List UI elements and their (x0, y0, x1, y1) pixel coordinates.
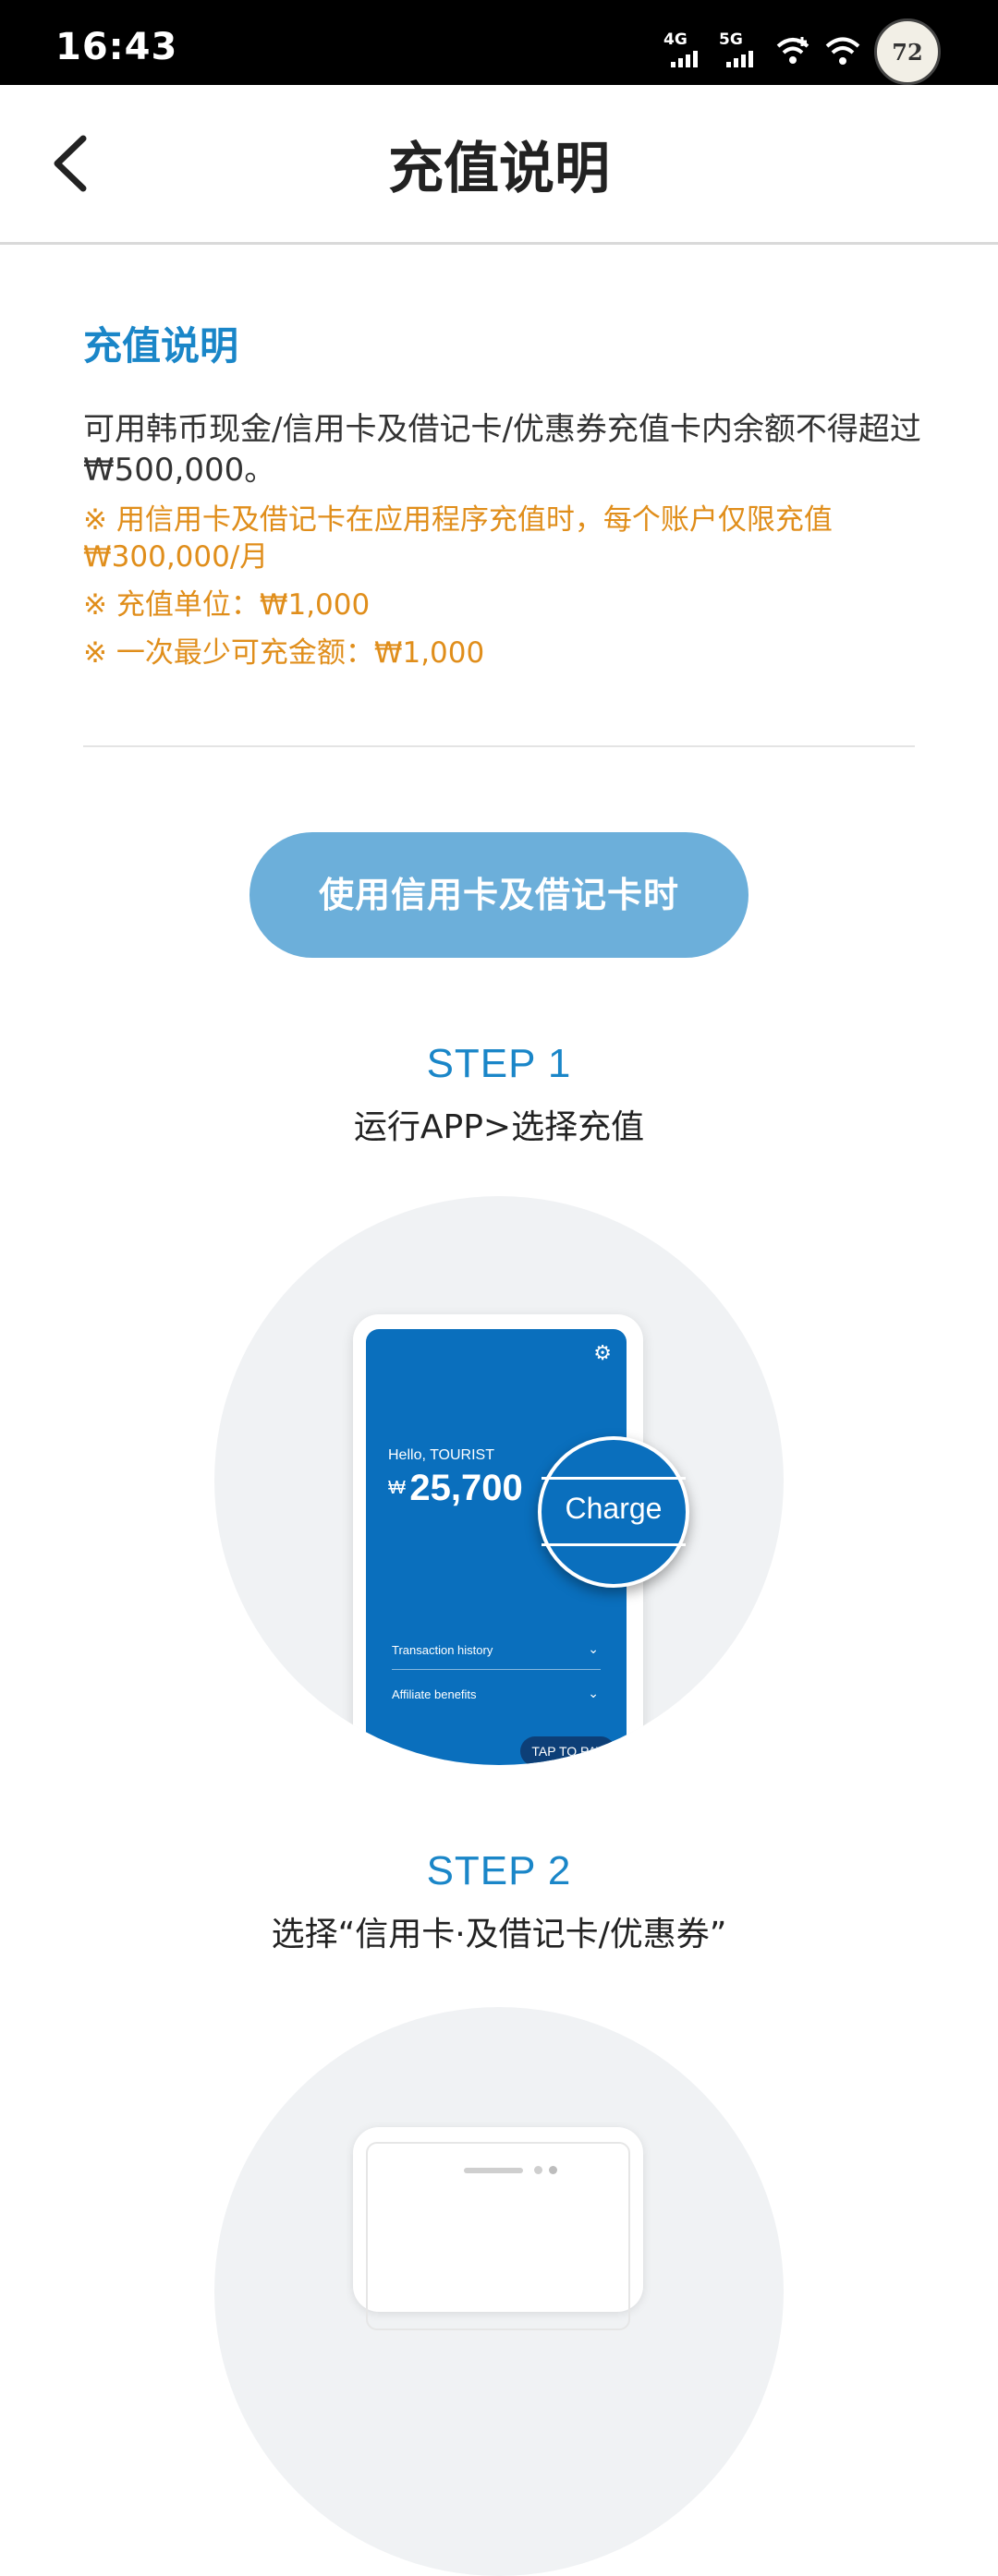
signal-4g-icon: 4G (663, 30, 706, 73)
avatar[interactable]: 72 (874, 18, 941, 85)
currency-symbol: ₩ (388, 1478, 406, 1498)
charge-label: Charge (565, 1492, 663, 1525)
section-description: 可用韩币现金/信用卡及借记卡/优惠券充值卡内余额不得超过₩500,000。 (83, 411, 921, 489)
status-bar: 16:43 4G 5G 72 (0, 0, 998, 85)
note-minimum-amount: ※ 一次最少可充金额：₩1,000 (83, 636, 485, 670)
divider (83, 745, 915, 747)
menu-separator (392, 1669, 601, 1670)
gear-icon: ⚙ (593, 1342, 612, 1365)
step-1: STEP 1 运行APP>选择充值 (0, 1041, 998, 1148)
greeting-text: Hello, TOURIST (388, 1447, 494, 1463)
step-1-illustration: ⚙ Hello, TOURIST ₩ 25,700 Transaction hi… (214, 1196, 784, 1765)
menu-affiliate-benefits: Affiliate benefits ⌄ (392, 1686, 599, 1701)
step-2: STEP 2 选择“信用卡·及借记卡/优惠券” (0, 1848, 998, 1955)
note-charge-unit: ※ 充值单位：₩1,000 (83, 588, 371, 622)
step-2-text: 选择“信用卡·及借记卡/优惠券” (271, 1916, 727, 1953)
section-title: 充值说明 (83, 323, 239, 369)
balance-amount: 25,700 (409, 1468, 523, 1508)
menu-transaction-history: Transaction history ⌄ (392, 1641, 599, 1657)
page-title: 充值说明 (388, 137, 610, 201)
charge-magnifier: Charge (538, 1436, 689, 1588)
chevron-down-icon: ⌄ (588, 1641, 599, 1656)
phone-mockup-2 (353, 2127, 643, 2330)
step-1-number: STEP 1 (426, 1041, 572, 1086)
step-2-number: STEP 2 (426, 1848, 572, 1893)
balance-display: ₩ 25,700 (388, 1468, 523, 1509)
note-monthly-limit: ※ 用信用卡及借记卡在应用程序充值时，每个账户仅限充值₩300,000/月 (83, 503, 833, 574)
wifi-icon (825, 37, 860, 65)
top-bar: 充值说明 (0, 85, 998, 245)
status-time: 16:43 (55, 26, 178, 68)
tap-to-pay-badge: TAP TO PAY (520, 1736, 615, 1765)
step-1-text: 运行APP>选择充值 (353, 1108, 645, 1146)
step-2-illustration (214, 2007, 784, 2576)
chevron-down-icon: ⌄ (588, 1686, 599, 1700)
status-icons: 4G 5G 72 (663, 18, 941, 85)
card-method-button[interactable]: 使用信用卡及借记卡时 (250, 832, 748, 958)
wifi-plus-icon (776, 37, 809, 64)
signal-5g-icon: 5G (719, 30, 761, 73)
